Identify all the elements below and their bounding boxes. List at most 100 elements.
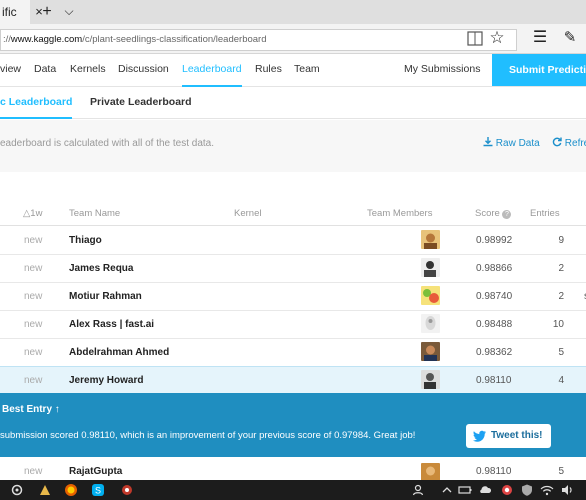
url-prefix: :// xyxy=(3,34,11,45)
skype-icon[interactable]: S xyxy=(91,483,105,497)
row-score: 0.98488 xyxy=(476,319,513,330)
row-change: new xyxy=(24,319,43,330)
tier-dots xyxy=(421,362,435,375)
table-row[interactable]: new Alex Rass | fast.ai 0.98488 10 xyxy=(0,311,586,339)
battery-icon[interactable] xyxy=(458,483,472,497)
row-team-name[interactable]: Motiur Rahman xyxy=(69,283,142,310)
leaderboard-header: △1w Team Name Kernel Team Members Score … xyxy=(0,204,586,226)
web-note-icon[interactable]: ✎ xyxy=(560,28,580,48)
row-change: new xyxy=(24,263,43,274)
url-host: www.kaggle.com xyxy=(10,34,83,45)
svg-text:S: S xyxy=(95,486,101,496)
table-row-current-user[interactable]: new Jeremy Howard 0.98110 4 xyxy=(0,366,586,403)
col-kernel: Kernel xyxy=(234,208,262,219)
row-entries: 9 xyxy=(558,235,564,246)
row-entries: 10 xyxy=(552,319,564,330)
col-score[interactable]: Score ? xyxy=(475,204,512,224)
new-tab-icon[interactable]: + xyxy=(38,0,56,24)
people-icon[interactable] xyxy=(412,483,426,497)
avatar[interactable] xyxy=(421,258,440,277)
nav-tab-leaderboard[interactable]: Leaderboard xyxy=(182,54,242,87)
row-team-name[interactable]: Thiago xyxy=(69,227,102,254)
submit-predictions-button[interactable]: Submit Predictio xyxy=(492,54,586,86)
avatar[interactable] xyxy=(421,342,440,361)
windows-taskbar: S xyxy=(0,480,586,500)
nav-tab-kernels[interactable]: Kernels xyxy=(70,54,106,87)
download-icon xyxy=(483,137,493,147)
best-entry-label: Best Entry xyxy=(2,404,53,415)
row-score: 0.98740 xyxy=(476,291,513,302)
url-input[interactable]: ://www.kaggle.com/c/plant-seedlings-clas… xyxy=(0,29,517,51)
row-entries: 2 xyxy=(558,263,564,274)
row-change: new xyxy=(24,235,43,246)
leaderboard-subnav: c Leaderboard Private Leaderboard xyxy=(0,87,586,119)
row-team-name[interactable]: James Requa xyxy=(69,255,133,282)
browser-tab-bar: ific × + ⌵ xyxy=(0,0,586,24)
raw-data-link[interactable]: Raw Data xyxy=(483,137,540,149)
cloud-icon[interactable] xyxy=(478,483,492,497)
refresh-label: Refre xyxy=(564,138,586,149)
row-entries: 4 xyxy=(558,375,564,386)
col-change: △1w xyxy=(23,208,43,219)
tweet-button-label: Tweet this! xyxy=(491,430,543,441)
app-icon[interactable] xyxy=(120,483,134,497)
row-score: 0.98110 xyxy=(476,375,512,386)
row-score: 0.98992 xyxy=(476,235,513,246)
row-score: 0.98866 xyxy=(476,263,513,274)
volume-icon[interactable] xyxy=(560,483,574,497)
browser-tab[interactable]: ific xyxy=(0,0,30,24)
avatar[interactable] xyxy=(421,314,440,333)
row-score: 0.98362 xyxy=(476,347,513,358)
table-row[interactable]: new Motiur Rahman 0.98740 2 s xyxy=(0,283,586,319)
tab-private-leaderboard[interactable]: Private Leaderboard xyxy=(90,87,192,119)
tab-public-leaderboard[interactable]: c Leaderboard xyxy=(0,87,73,119)
row-entries: 2 xyxy=(558,291,564,302)
table-row[interactable]: new Thiago 0.98992 9 xyxy=(0,227,586,255)
browser-tab-title: ific xyxy=(2,5,17,19)
app-icon[interactable] xyxy=(38,483,52,497)
nav-tab-team[interactable]: Team xyxy=(294,54,320,87)
row-team-name[interactable]: Jeremy Howard xyxy=(69,367,143,394)
row-entries: 5 xyxy=(558,347,564,358)
tier-dots xyxy=(421,306,435,319)
nav-tab-data[interactable]: Data xyxy=(34,54,56,87)
tweet-button[interactable]: Tweet this! xyxy=(466,424,551,448)
help-icon: ? xyxy=(502,210,512,219)
avatar[interactable] xyxy=(421,230,440,249)
app-icon[interactable] xyxy=(500,483,514,497)
refresh-icon xyxy=(552,137,562,147)
nav-tab-overview[interactable]: view xyxy=(0,54,21,87)
favorite-star-icon[interactable]: ☆ xyxy=(487,28,507,48)
avatar[interactable] xyxy=(421,370,440,389)
avatar[interactable] xyxy=(421,286,440,305)
security-icon[interactable] xyxy=(520,483,534,497)
table-row[interactable]: new RajatGupta 0.98110 5 xyxy=(0,459,586,482)
col-score-label: Score xyxy=(475,208,500,219)
reading-view-icon[interactable] xyxy=(467,30,483,48)
arrow-up-icon: ↑ xyxy=(54,404,60,415)
col-entries: Entries xyxy=(530,208,560,219)
row-team-name[interactable]: Alex Rass | fast.ai xyxy=(69,311,154,338)
nav-tab-rules[interactable]: Rules xyxy=(255,54,282,87)
row-change: new xyxy=(24,375,43,386)
wifi-icon[interactable] xyxy=(540,483,554,497)
table-row[interactable]: new Abdelrahman Ahmed 0.98362 5 xyxy=(0,339,586,375)
tab-list-chevron-icon[interactable]: ⌵ xyxy=(60,0,78,24)
col-team-name: Team Name xyxy=(69,208,121,219)
hub-icon[interactable]: ☰ xyxy=(530,28,550,48)
chevron-up-icon[interactable] xyxy=(440,483,454,497)
table-row[interactable]: new James Requa 0.98866 2 xyxy=(0,255,586,291)
url-path: /c/plant-seedlings-classification/leader… xyxy=(82,34,267,45)
my-submissions-link[interactable]: My Submissions xyxy=(404,54,480,87)
col-team-members: Team Members xyxy=(367,208,433,219)
twitter-icon xyxy=(473,430,486,442)
row-team-name[interactable]: Abdelrahman Ahmed xyxy=(69,339,169,366)
row-change: new xyxy=(24,291,43,302)
settings-icon[interactable] xyxy=(10,483,24,497)
row-change: new xyxy=(24,347,43,358)
refresh-link[interactable]: Refre xyxy=(552,137,586,149)
best-entry-title: Best Entry ↑ xyxy=(2,404,60,415)
firefox-icon[interactable] xyxy=(64,483,78,497)
leaderboard-info-text: eaderboard is calculated with all of the… xyxy=(0,138,215,149)
nav-tab-discussion[interactable]: Discussion xyxy=(118,54,169,87)
